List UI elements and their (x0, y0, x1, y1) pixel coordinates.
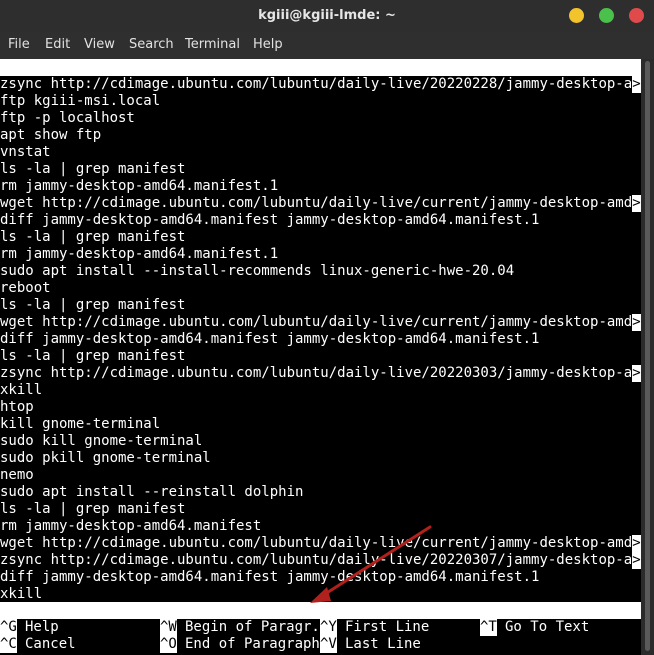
minimize-button[interactable] (569, 8, 584, 23)
editor-line[interactable]: sudo apt install --install-recommends li… (0, 263, 514, 280)
line-overflow-marker: > (632, 314, 641, 331)
editor-line[interactable]: rm jammy-desktop-amd64.manifest.1 (0, 246, 278, 263)
shortcut-key[interactable]: ^T (480, 619, 497, 636)
editor-line[interactable]: sudo kill gnome-terminal (0, 433, 202, 450)
editor-line[interactable]: sudo apt install --reinstall dolphin (0, 484, 303, 501)
editor-line[interactable]: nemo (0, 467, 34, 484)
terminal-area[interactable]: GNU nano 5.9 /home/kgiii/.bash_history z… (0, 59, 641, 655)
shortcut-label[interactable]: Last Line (345, 636, 421, 653)
shortcut-label[interactable]: Go To Text (505, 619, 589, 636)
shortcut-key[interactable]: ^C (0, 636, 17, 653)
editor-line[interactable]: ftp -p localhost (0, 110, 135, 127)
editor-line[interactable]: ls -la | grep manifest (0, 229, 185, 246)
line-overflow-marker: > (632, 195, 641, 212)
editor-line[interactable]: reboot (0, 280, 51, 297)
line-overflow-marker: > (632, 552, 641, 569)
shortcut-key[interactable]: ^G (0, 619, 17, 636)
maximize-button[interactable] (599, 8, 614, 23)
menu-help[interactable]: Help (253, 37, 283, 52)
menu-bar: File Edit View Search Terminal Help (0, 32, 654, 58)
shortcut-key[interactable]: ^O (160, 636, 177, 653)
shortcut-label[interactable]: First Line (345, 619, 429, 636)
editor-line[interactable]: ls -la | grep manifest (0, 161, 185, 178)
editor-line[interactable]: wget http://cdimage.ubuntu.com/lubuntu/d… (0, 314, 641, 331)
menu-terminal[interactable]: Terminal (185, 37, 240, 52)
shortcut-key[interactable]: ^Y (320, 619, 337, 636)
menu-file[interactable]: File (8, 37, 30, 52)
scrollbar[interactable] (641, 59, 654, 655)
line-overflow-marker: > (632, 365, 641, 382)
editor-line[interactable]: apt show ftp (0, 127, 101, 144)
editor-line[interactable]: zsync http://cdimage.ubuntu.com/lubuntu/… (0, 365, 641, 382)
menu-view[interactable]: View (84, 37, 115, 52)
editor-line[interactable]: zsync http://cdimage.ubuntu.com/lubuntu/… (0, 552, 641, 569)
editor-line[interactable]: rm jammy-desktop-amd64.manifest.1 (0, 178, 278, 195)
line-number-prompt[interactable]: Enter line number, column number: 142 (0, 602, 641, 635)
editor-line[interactable]: xkill (0, 382, 42, 399)
editor-line[interactable]: diff jammy-desktop-amd64.manifest jammy-… (0, 569, 539, 586)
editor-line[interactable]: wget http://cdimage.ubuntu.com/lubuntu/d… (0, 195, 641, 212)
close-button[interactable] (629, 8, 644, 23)
window-title: kgiii@kgiii-lmde: ~ (258, 8, 396, 23)
terminal-window: kgiii@kgiii-lmde: ~ File Edit View Searc… (0, 0, 654, 655)
line-overflow-marker: > (632, 535, 641, 552)
editor-line[interactable]: rm jammy-desktop-amd64.manifest (0, 518, 261, 535)
title-bar[interactable]: kgiii@kgiii-lmde: ~ (0, 0, 654, 32)
menu-edit[interactable]: Edit (45, 37, 70, 52)
editor-line[interactable]: ls -la | grep manifest (0, 348, 185, 365)
editor-line[interactable]: diff jammy-desktop-amd64.manifest jammy-… (0, 212, 539, 229)
line-overflow-marker: > (632, 76, 641, 93)
editor-line[interactable]: diff jammy-desktop-amd64.manifest jammy-… (0, 331, 539, 348)
nano-filename: /home/kgiii/.bash_history (234, 93, 445, 109)
shortcut-label[interactable]: Begin of Paragr. (185, 619, 320, 636)
editor-line[interactable]: sudo pkill gnome-terminal (0, 450, 211, 467)
editor-line[interactable]: xkill (0, 586, 42, 603)
editor-line[interactable]: zsync http://cdimage.ubuntu.com/lubuntu/… (0, 76, 641, 93)
shortcut-key[interactable]: ^V (320, 636, 337, 653)
shortcut-label[interactable]: Cancel (25, 636, 76, 653)
scrollbar-thumb[interactable] (645, 61, 650, 651)
editor-line[interactable]: vnstat (0, 144, 51, 161)
editor-line[interactable]: ls -la | grep manifest (0, 297, 185, 314)
menu-search[interactable]: Search (129, 37, 174, 52)
editor-line[interactable]: htop (0, 399, 34, 416)
editor-line[interactable]: ftp kgiii-msi.local (0, 93, 160, 110)
nano-header: GNU nano 5.9 /home/kgiii/.bash_history (0, 59, 641, 109)
editor-line[interactable]: ls -la | grep manifest (0, 501, 185, 518)
shortcut-label[interactable]: End of Paragraph (185, 636, 320, 653)
shortcut-key[interactable]: ^W (160, 619, 177, 636)
editor-line[interactable]: kill gnome-terminal (0, 416, 160, 433)
editor-line[interactable]: wget http://cdimage.ubuntu.com/lubuntu/d… (0, 535, 641, 552)
shortcut-label[interactable]: Help (25, 619, 59, 636)
